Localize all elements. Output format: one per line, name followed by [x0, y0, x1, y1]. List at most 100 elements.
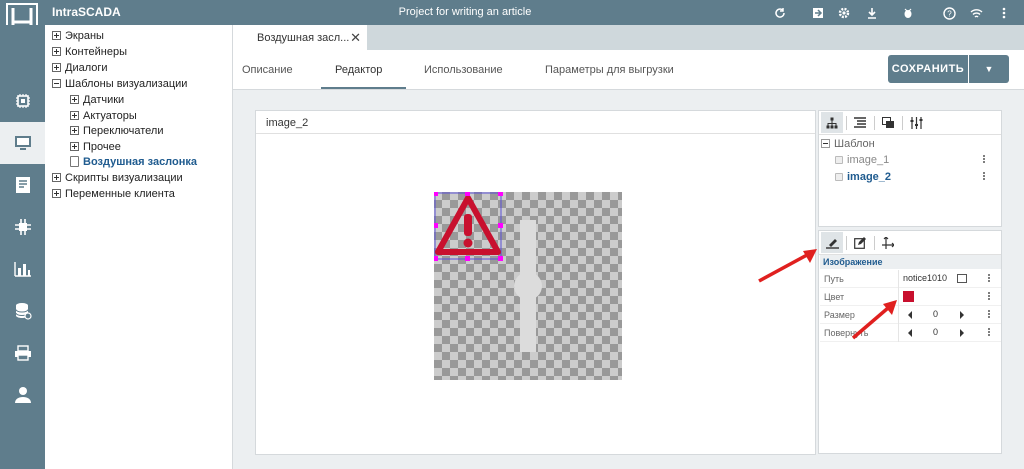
hierarchy-icon[interactable]: [821, 112, 843, 133]
tab-usage[interactable]: Использование: [424, 64, 503, 76]
tree-item-dialogs[interactable]: Диалоги: [52, 60, 108, 75]
image-picker-icon[interactable]: [957, 274, 967, 283]
rotate-value[interactable]: 0: [933, 327, 938, 337]
properties-section-header: Изображение: [820, 255, 1001, 269]
more-vert-icon[interactable]: [982, 171, 986, 181]
devices-icon[interactable]: [0, 80, 45, 122]
tree-item-containers[interactable]: Контейнеры: [52, 44, 127, 59]
tree-item-viz-templates[interactable]: Шаблоны визуализации: [52, 76, 187, 91]
column-divider: [898, 306, 899, 324]
tab-divider: [874, 236, 875, 250]
doc-tab-air-damper[interactable]: Воздушная засл... ✕: [233, 25, 367, 50]
structure-panel: Шаблон image_1 image_2: [818, 110, 1002, 227]
editor-title: image_2: [266, 117, 309, 129]
more-vert-icon[interactable]: [987, 273, 991, 283]
save-dropdown-button[interactable]: ▼: [969, 55, 1009, 83]
tune-icon[interactable]: [905, 112, 927, 133]
expand-icon[interactable]: [52, 63, 61, 72]
move-icon[interactable]: [877, 232, 899, 253]
more-vert-icon[interactable]: [987, 327, 991, 337]
prop-label: Повернуть: [824, 328, 869, 338]
tree-item-air-damper[interactable]: Воздушная заслонка: [70, 154, 197, 169]
save-button[interactable]: СОХРАНИТЬ: [888, 55, 968, 83]
tab-description[interactable]: Описание: [242, 64, 293, 76]
prop-label: Цвет: [824, 292, 845, 302]
close-icon[interactable]: ✕: [350, 30, 361, 46]
top-bar: IntraSCADA Project for writing an articl…: [0, 0, 1024, 41]
prop-row-rotate: Повернуть 0: [820, 324, 1001, 342]
more-vert-icon[interactable]: [995, 4, 1013, 22]
editor-divider: [256, 133, 815, 134]
expand-icon[interactable]: [70, 126, 79, 135]
refresh-icon[interactable]: [771, 4, 789, 22]
image-node-icon: [835, 155, 843, 164]
color-swatch[interactable]: [903, 291, 914, 302]
collapse-icon[interactable]: [821, 139, 830, 148]
brush-icon[interactable]: [821, 232, 843, 253]
tree-item-switches[interactable]: Переключатели: [70, 123, 163, 138]
prop-row-color: Цвет: [820, 288, 1001, 306]
layers-icon[interactable]: [877, 112, 899, 133]
prop-label: Размер: [824, 310, 855, 320]
structure-tabs: [819, 111, 1001, 135]
reports-icon[interactable]: [0, 164, 45, 206]
tab-divider: [902, 116, 903, 130]
prop-row-size: Размер 0: [820, 306, 1001, 324]
bug-icon[interactable]: [899, 4, 917, 22]
expand-icon[interactable]: [52, 47, 61, 56]
expand-icon[interactable]: [70, 142, 79, 151]
screens-icon[interactable]: [0, 122, 45, 164]
database-icon[interactable]: [0, 290, 45, 332]
download-icon[interactable]: [863, 4, 881, 22]
tab-divider: [874, 116, 875, 130]
properties-panel: Изображение Путь notice1010 Цвет Размер …: [818, 230, 1002, 454]
tree-item-screens[interactable]: Экраны: [52, 28, 104, 43]
tree-item-other[interactable]: Прочее: [70, 139, 121, 154]
expand-icon[interactable]: [52, 173, 61, 182]
damper-graphic[interactable]: [514, 220, 542, 352]
user-icon[interactable]: [0, 374, 45, 416]
help-icon[interactable]: ?: [940, 4, 958, 22]
increment-icon[interactable]: [960, 311, 964, 319]
caret-down-icon: ▼: [984, 64, 994, 74]
tab-export-params[interactable]: Параметры для выгрузки: [545, 64, 674, 76]
more-vert-icon[interactable]: [982, 154, 986, 164]
prop-row-path: Путь notice1010: [820, 270, 1001, 288]
tree-item-client-vars[interactable]: Переменные клиента: [52, 186, 175, 201]
tree-item-viz-scripts[interactable]: Скрипты визуализации: [52, 170, 183, 185]
structure-root[interactable]: Шаблон: [821, 136, 875, 151]
prop-label: Путь: [824, 274, 844, 284]
more-vert-icon[interactable]: [987, 291, 991, 301]
log-icon[interactable]: [809, 4, 827, 22]
document-tab-bar: Воздушная засл... ✕: [233, 25, 1024, 50]
expand-icon[interactable]: [70, 111, 79, 120]
tree-item-sensors[interactable]: Датчики: [70, 92, 124, 107]
printer-icon[interactable]: [0, 332, 45, 374]
list-icon[interactable]: [849, 112, 871, 133]
collapse-icon[interactable]: [52, 79, 61, 88]
expand-icon[interactable]: [70, 95, 79, 104]
template-canvas[interactable]: [434, 192, 622, 380]
expand-icon[interactable]: [52, 31, 61, 40]
structure-item-image-2[interactable]: image_2: [835, 169, 891, 184]
tab-editor[interactable]: Редактор: [335, 64, 382, 76]
project-title: Project for writing an article: [398, 6, 532, 18]
more-vert-icon[interactable]: [987, 309, 991, 319]
path-value[interactable]: notice1010: [903, 273, 947, 283]
editor-panel: image_2: [255, 110, 816, 455]
expand-icon[interactable]: [52, 189, 61, 198]
gear-icon[interactable]: [835, 4, 853, 22]
tab-divider: [846, 116, 847, 130]
column-divider: [898, 324, 899, 342]
increment-icon[interactable]: [960, 329, 964, 337]
charts-icon[interactable]: [0, 248, 45, 290]
decrement-icon[interactable]: [908, 311, 912, 319]
network-icon[interactable]: [0, 206, 45, 248]
wifi-icon[interactable]: [967, 4, 985, 22]
warning-image[interactable]: [434, 192, 503, 261]
decrement-icon[interactable]: [908, 329, 912, 337]
structure-item-image-1[interactable]: image_1: [835, 152, 889, 167]
edit-icon[interactable]: [849, 232, 871, 253]
tree-item-actuators[interactable]: Актуаторы: [70, 108, 137, 123]
size-value[interactable]: 0: [933, 309, 938, 319]
